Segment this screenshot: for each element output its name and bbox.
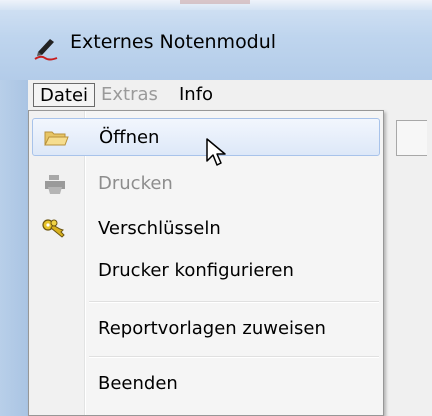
menu-extras[interactable]: Extras [95, 83, 164, 107]
menu-item-label: Beenden [98, 373, 178, 394]
menu-item-label: Drucken [98, 173, 173, 194]
menu-item-beenden[interactable]: Beenden [32, 365, 380, 403]
menu-item-verschluesseln[interactable]: Verschlüsseln [32, 210, 380, 248]
menu-item-label: Öffnen [99, 127, 160, 148]
menu-bar: Datei Extras Info [28, 80, 432, 111]
menu-item-reportvorlagen-zuweisen[interactable]: Reportvorlagen zuweisen [32, 310, 380, 348]
menu-separator [89, 356, 379, 358]
title-bar[interactable]: Externes Notenmodul [0, 0, 432, 81]
keys-icon [42, 219, 65, 238]
window-content-area [384, 110, 432, 416]
menu-datei[interactable]: Datei [33, 83, 96, 107]
mouse-pointer-icon [206, 138, 226, 166]
printer-icon [45, 175, 65, 194]
menu-item-drucker-konfigurieren[interactable]: Drucker konfigurieren [32, 252, 380, 290]
menu-item-label: Drucker konfigurieren [98, 260, 294, 281]
menu-item-drucken[interactable]: Drucken [32, 165, 380, 203]
background-window-fragment [180, 0, 250, 4]
pen-signature-icon [34, 39, 58, 61]
menu-info[interactable]: Info [173, 83, 219, 107]
window-left-frame [0, 80, 28, 416]
content-control-fragment [396, 120, 427, 156]
menu-separator [89, 301, 379, 303]
window-title: Externes Notenmodul [70, 31, 277, 53]
folder-open-icon [44, 131, 69, 146]
menu-item-label: Reportvorlagen zuweisen [98, 318, 326, 339]
menu-item-label: Verschlüsseln [98, 218, 221, 239]
